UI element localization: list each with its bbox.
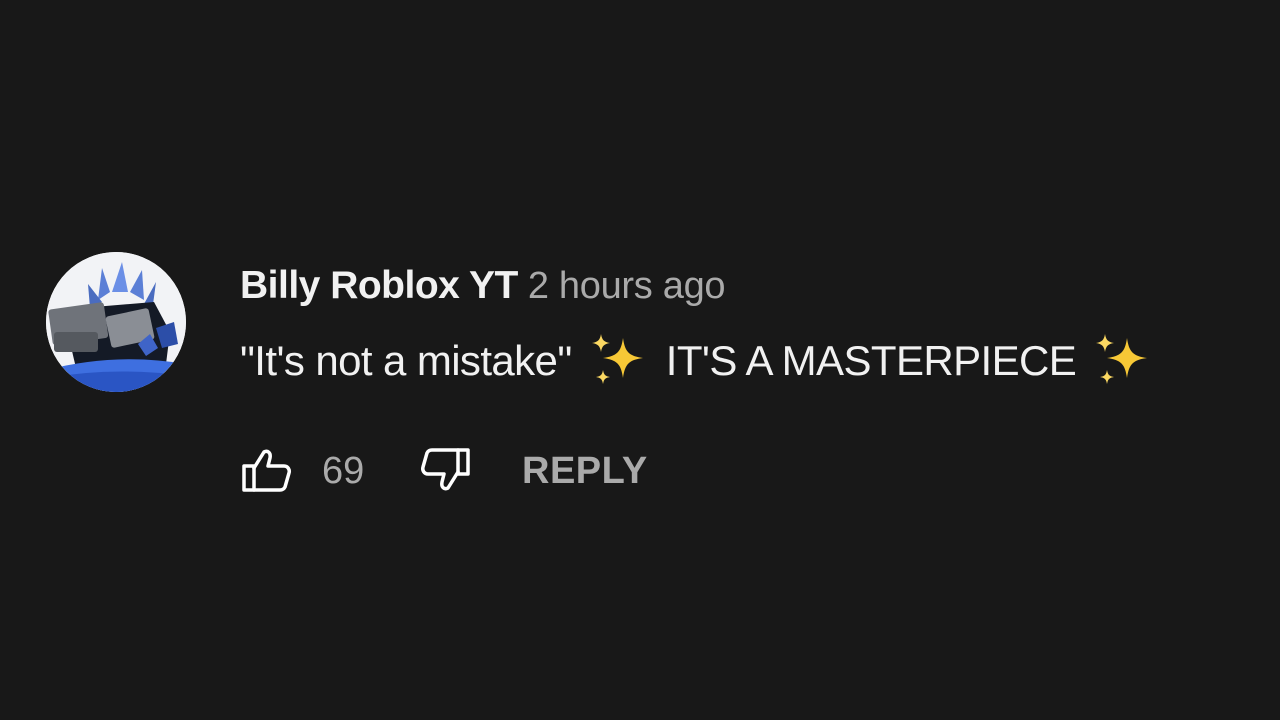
author-name[interactable]: Billy Roblox YT [240, 264, 518, 307]
sparkles-icon [1096, 334, 1148, 384]
comment-text: "It's not a mistake" IT'S A MASTERPIECE [240, 334, 1159, 388]
comment-timestamp[interactable]: 2 hours ago [528, 265, 726, 307]
dislike-button[interactable] [420, 446, 472, 494]
avatar-image [46, 252, 186, 392]
comment-header: Billy Roblox YT 2 hours ago [240, 264, 726, 308]
reply-button[interactable]: REPLY [522, 450, 648, 493]
comment-thread: Billy Roblox YT 2 hours ago "It's not a m… [46, 252, 1266, 512]
thumbs-up-icon [242, 449, 291, 492]
avatar[interactable] [46, 252, 186, 392]
comment-text-exclaim: IT'S A MASTERPIECE [665, 337, 1077, 385]
comment-text-quote: "It's not a mistake" [240, 337, 572, 385]
sparkles-icon [591, 334, 643, 384]
like-button[interactable] [240, 446, 292, 494]
like-count: 69 [322, 450, 365, 492]
thumbs-down-icon [421, 448, 470, 491]
page: Billy Roblox YT 2 hours ago "It's not a m… [0, 0, 1280, 720]
